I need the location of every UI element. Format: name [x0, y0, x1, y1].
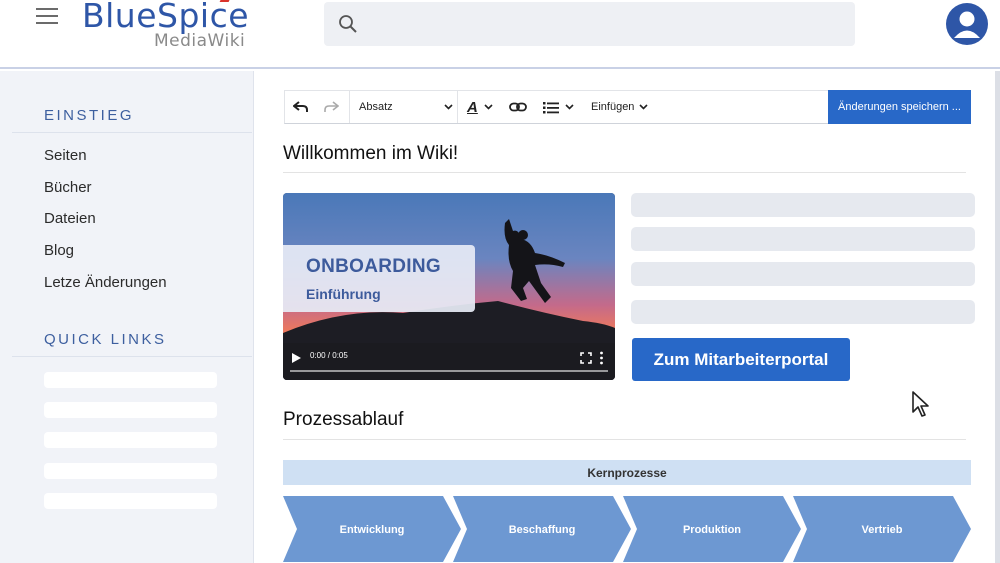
- divider: [283, 172, 966, 173]
- quick-link-placeholder[interactable]: [44, 402, 217, 418]
- format-dropdown-label: Absatz: [359, 101, 393, 113]
- video-controls: 0:00 / 0:05: [283, 343, 615, 380]
- chevron-down-icon: [639, 104, 649, 110]
- sidebar-item-dateien[interactable]: Dateien: [44, 210, 96, 227]
- search-input[interactable]: [324, 2, 855, 46]
- user-avatar-icon[interactable]: [946, 3, 988, 45]
- video-progress-bar[interactable]: [290, 370, 608, 372]
- logo[interactable]: BlueSpice MediaWiki: [82, 0, 249, 51]
- nav-heading-einstieg: EINSTIEG: [44, 107, 135, 124]
- video-subtitle: Einführung: [306, 286, 381, 302]
- process-step[interactable]: Entwicklung: [283, 496, 461, 562]
- sidebar-item-buecher[interactable]: Bücher: [44, 179, 92, 196]
- quick-link-placeholder[interactable]: [44, 493, 217, 509]
- scrollbar-track[interactable]: [995, 71, 1000, 563]
- mouse-cursor-icon: [912, 391, 929, 417]
- divider: [283, 439, 966, 440]
- onboarding-video[interactable]: ONBOARDING Einführung 0:00 / 0:05: [283, 193, 615, 380]
- sidebar: EINSTIEG Seiten Bücher Dateien Blog Letz…: [0, 71, 254, 563]
- sidebar-item-letzte-aenderungen[interactable]: Letze Änderungen: [44, 274, 167, 291]
- section-title: Prozessablauf: [283, 409, 404, 430]
- toolbar-separator: [457, 91, 458, 123]
- content-placeholder: [631, 262, 975, 286]
- process-step-label: Produktion: [683, 524, 741, 536]
- logo-sub-text: MediaWiki: [154, 31, 246, 51]
- list-icon[interactable]: [543, 91, 577, 123]
- content-placeholder: [631, 193, 975, 217]
- process-step-label: Beschaffung: [509, 524, 576, 536]
- video-title: ONBOARDING: [306, 256, 441, 277]
- toolbar-separator: [349, 91, 350, 123]
- content-placeholder: [631, 227, 975, 251]
- search-icon: [339, 15, 357, 33]
- undo-icon[interactable]: [293, 91, 315, 123]
- sidebar-item-blog[interactable]: Blog: [44, 242, 74, 259]
- quick-link-placeholder[interactable]: [44, 463, 217, 479]
- process-flow: Entwicklung Beschaffung Produktion Vertr…: [283, 496, 971, 562]
- video-time: 0:00 / 0:05: [310, 351, 348, 360]
- chevron-down-icon: [444, 104, 453, 110]
- process-step-label: Entwicklung: [340, 524, 405, 536]
- play-icon[interactable]: [290, 352, 302, 364]
- content-placeholder: [631, 300, 975, 324]
- redo-icon[interactable]: [323, 91, 345, 123]
- insert-dropdown-label: Einfügen: [591, 101, 635, 113]
- core-processes-banner: Kernprozesse: [283, 460, 971, 485]
- format-dropdown[interactable]: Absatz: [359, 91, 455, 123]
- quick-link-placeholder[interactable]: [44, 432, 217, 448]
- link-icon[interactable]: [509, 91, 531, 123]
- process-step-label: Vertrieb: [862, 524, 903, 536]
- fullscreen-icon[interactable]: [580, 352, 592, 364]
- save-changes-button[interactable]: Änderungen speichern ...: [828, 90, 971, 124]
- hamburger-icon[interactable]: [36, 8, 58, 26]
- header: BlueSpice MediaWiki: [0, 0, 1000, 69]
- process-step[interactable]: Vertrieb: [793, 496, 971, 562]
- more-options-icon[interactable]: [599, 351, 604, 365]
- nav-divider: [12, 356, 252, 357]
- quick-link-placeholder[interactable]: [44, 372, 217, 388]
- employee-portal-button[interactable]: Zum Mitarbeiterportal: [632, 338, 850, 381]
- page-title: Willkommen im Wiki!: [283, 143, 459, 164]
- text-style-icon[interactable]: A: [467, 91, 497, 123]
- process-step[interactable]: Beschaffung: [453, 496, 631, 562]
- insert-dropdown[interactable]: Einfügen: [591, 91, 657, 123]
- nav-divider: [12, 132, 252, 133]
- nav-heading-quick-links: QUICK LINKS: [44, 331, 167, 348]
- sidebar-item-seiten[interactable]: Seiten: [44, 147, 87, 164]
- process-step[interactable]: Produktion: [623, 496, 801, 562]
